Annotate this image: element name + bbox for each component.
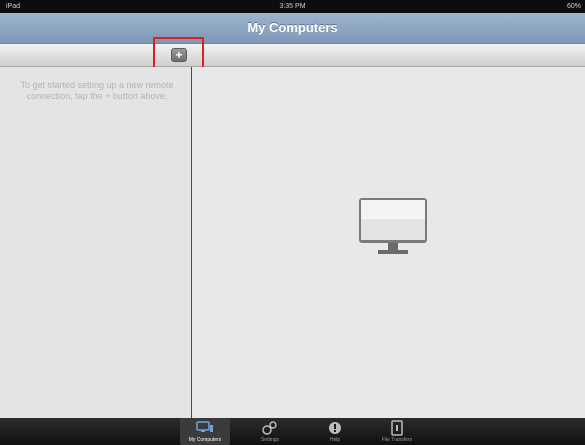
status-time: 3:35 PM <box>279 3 306 10</box>
tab-settings[interactable]: Settings <box>245 418 295 445</box>
file-transfers-icon <box>391 420 403 436</box>
settings-icon <box>262 421 277 435</box>
tab-bar: My Computers Settings Help File Transfer… <box>0 418 585 445</box>
toolbar: + <box>0 44 585 67</box>
tab-my-computers[interactable]: My Computers <box>180 418 230 445</box>
tab-label: My Computers <box>188 437 222 443</box>
empty-list-hint: To get started setting up a new remote c… <box>20 80 174 101</box>
my-computers-icon <box>196 421 213 432</box>
tab-label: Help <box>329 437 341 443</box>
tab-label: File Transfers <box>381 437 413 443</box>
battery-indicator: 60% <box>566 3 581 10</box>
tab-file-transfers[interactable]: File Transfers <box>372 418 422 445</box>
navigation-bar: My Computers <box>0 13 585 44</box>
tab-label: Settings <box>260 437 280 443</box>
monitor-icon <box>359 198 427 254</box>
status-bar: iPad 3:35 PM 60% <box>0 0 585 13</box>
page-title: My Computers <box>247 20 338 35</box>
help-icon <box>329 422 341 434</box>
computer-list-pane: To get started setting up a new remote c… <box>0 67 191 418</box>
tab-help[interactable]: Help <box>310 418 360 445</box>
